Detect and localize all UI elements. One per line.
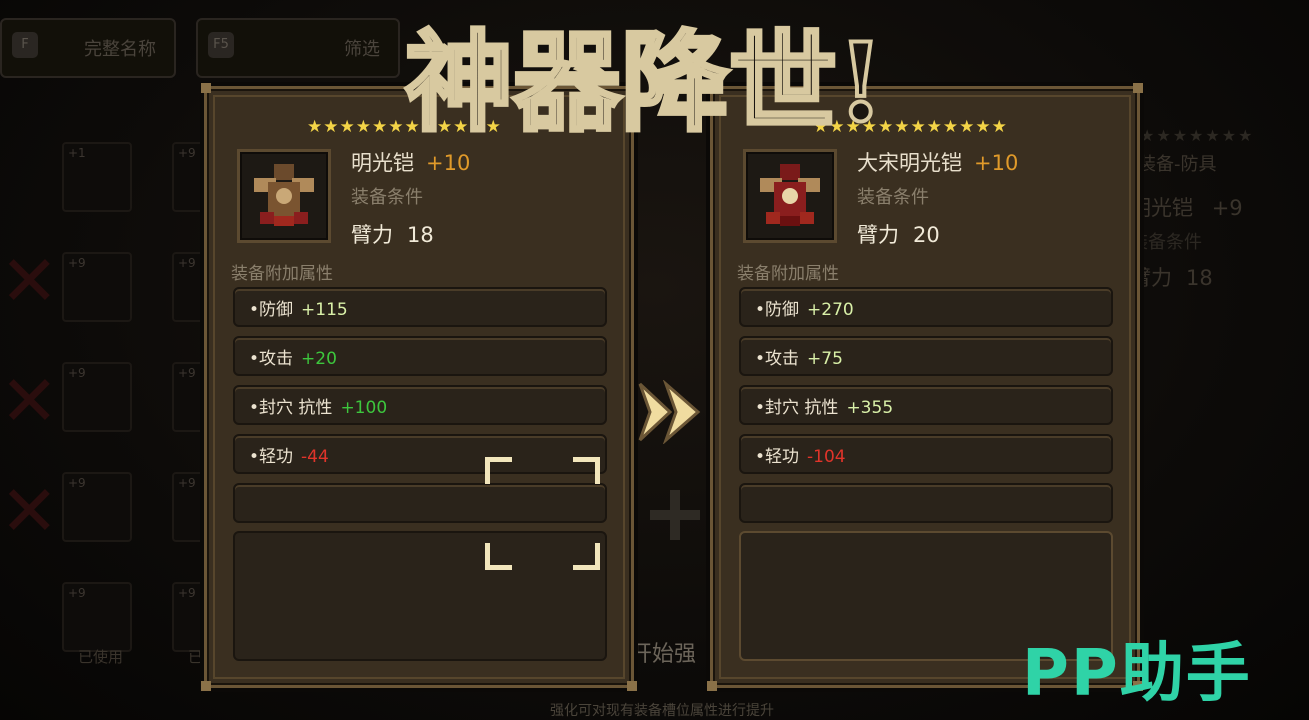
tab-label: 完整名称 — [84, 39, 156, 60]
attribute-row: •防御 +270 — [739, 287, 1113, 327]
slot-plus: +9 — [68, 256, 86, 270]
slot-plus: +9 — [68, 476, 86, 490]
slot-plus: +9 — [178, 476, 196, 490]
tab-full-name[interactable]: F 完整名称 — [0, 18, 176, 78]
attribute-row: •轻功 -104 — [739, 434, 1113, 474]
requirement: 臂力 20 — [857, 223, 940, 247]
attribute-row-empty — [233, 483, 607, 523]
condition-label: 装备条件 — [857, 187, 929, 208]
start-enhance-button[interactable]: 开始强 — [630, 636, 696, 668]
requirement: 臂力 18 — [351, 223, 434, 247]
pp-assistant-watermark: PP助手 — [1022, 637, 1252, 711]
attribute-row: •封穴 抗性 +100 — [233, 385, 607, 425]
selection-bracket — [485, 457, 512, 484]
upgrade-arrow-icon — [638, 380, 701, 444]
key-hint: F5 — [208, 32, 234, 58]
attribute-row: •防御 +115 — [233, 287, 607, 327]
ghost-stars: ★★★★★★★ — [1140, 126, 1255, 145]
title-banner-art: 神器降世! — [403, 18, 886, 148]
attribute-row: •攻击 +75 — [739, 336, 1113, 376]
inventory-slot[interactable]: +9 — [62, 362, 132, 432]
svg-text:神器降世!: 神器降世! — [405, 20, 884, 146]
armor-icon — [254, 164, 314, 226]
slot-plus: +9 — [178, 256, 196, 270]
inventory-slot[interactable]: +9 — [62, 472, 132, 542]
inventory-slot[interactable]: +9 — [62, 252, 132, 322]
attribute-row-empty — [739, 483, 1113, 523]
weapon-icon: ✕ — [0, 470, 59, 552]
slot-plus: +9 — [68, 586, 86, 600]
used-label: 已 — [188, 648, 204, 666]
weapon-icon: ✕ — [0, 240, 59, 322]
attribute-row: •封穴 抗性 +355 — [739, 385, 1113, 425]
ghost-type: 装备-防具 — [1138, 154, 1217, 175]
ghost-req: 臂力 18 — [1130, 266, 1213, 290]
extra-attributes-label: 装备附加属性 — [231, 264, 333, 284]
ghost-cond: 装备条件 — [1130, 232, 1202, 253]
selection-bracket — [573, 543, 600, 570]
slot-plus: +1 — [68, 146, 86, 160]
inventory-slot[interactable]: +1 — [62, 142, 132, 212]
bottom-hint: 强化可对现有装备槽位属性进行提升 — [550, 703, 774, 719]
selection-bracket — [485, 543, 512, 570]
tab-label: 筛选 — [344, 39, 380, 60]
inventory-slot[interactable]: +9 — [62, 582, 132, 652]
condition-label: 装备条件 — [351, 187, 423, 208]
attribute-row: •轻功 -44 — [233, 434, 607, 474]
armor-item-slot[interactable] — [237, 149, 331, 243]
ghost-name: 明光铠 +9 — [1130, 196, 1243, 220]
material-slot[interactable] — [233, 531, 607, 661]
attribute-row: •攻击 +20 — [233, 336, 607, 376]
slot-plus: +9 — [178, 146, 196, 160]
slot-plus: +9 — [178, 366, 196, 380]
tab-filter[interactable]: F5 筛选 — [196, 18, 400, 78]
selection-bracket — [573, 457, 600, 484]
weapon-icon: ✕ — [0, 360, 59, 442]
add-material-plus-icon — [650, 490, 700, 540]
extra-attributes-label: 装备附加属性 — [737, 264, 839, 284]
slot-plus: +9 — [178, 586, 196, 600]
slot-plus: +9 — [68, 366, 86, 380]
used-label: 已使用 — [78, 648, 124, 666]
key-hint: F — [12, 32, 38, 58]
